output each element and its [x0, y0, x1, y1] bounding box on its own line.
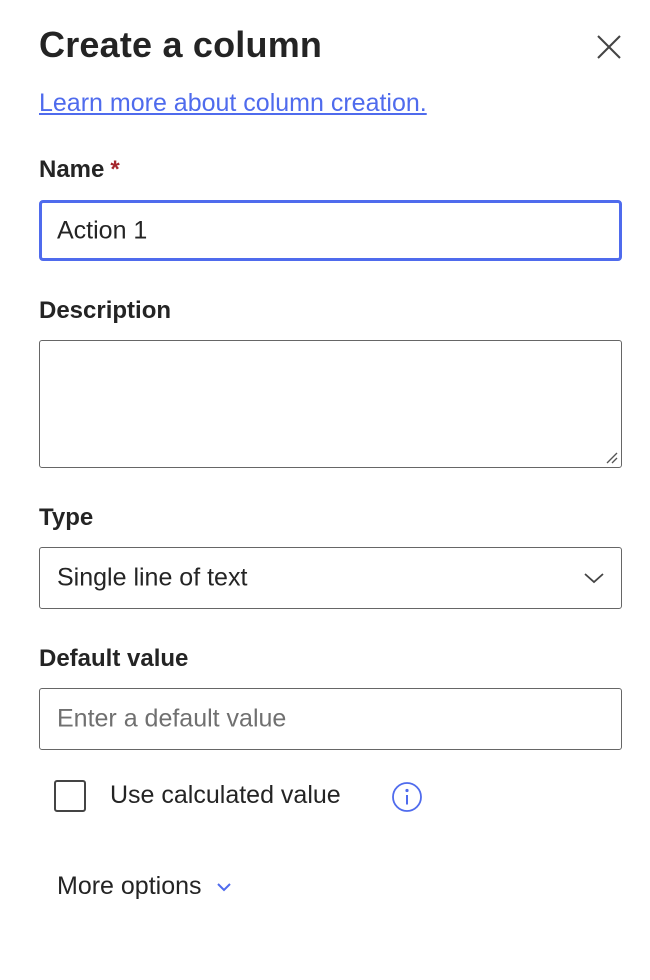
description-textarea[interactable] [39, 340, 622, 468]
default-value-label: Default value [39, 645, 189, 672]
chevron-down-icon [216, 882, 231, 891]
type-selected-value: Single line of text [57, 563, 248, 592]
type-label: Type [39, 504, 94, 531]
info-icon[interactable] [391, 781, 423, 813]
name-label: Name * [39, 156, 120, 184]
use-calculated-value-checkbox[interactable] [54, 780, 86, 812]
learn-more-link[interactable]: Learn more about column creation. [39, 89, 427, 118]
more-options-button[interactable]: More options [57, 872, 232, 901]
required-marker: * [110, 156, 120, 183]
name-label-text: Name [39, 156, 105, 183]
description-label: Description [39, 297, 172, 324]
default-value-placeholder: Enter a default value [57, 704, 287, 733]
chevron-down-icon [584, 573, 604, 584]
close-button[interactable] [590, 28, 628, 66]
name-input[interactable]: Action 1 [39, 200, 622, 261]
use-calculated-value-label[interactable]: Use calculated value [110, 781, 341, 810]
resize-grip-icon[interactable] [604, 450, 618, 464]
type-dropdown[interactable]: Single line of text [39, 547, 622, 609]
create-column-panel: Create a column Learn more about column … [0, 0, 650, 980]
panel-title: Create a column [39, 24, 323, 65]
default-value-input[interactable]: Enter a default value [39, 688, 622, 750]
name-input-value: Action 1 [57, 216, 148, 244]
more-options-label: More options [57, 872, 202, 900]
close-icon [597, 35, 621, 59]
